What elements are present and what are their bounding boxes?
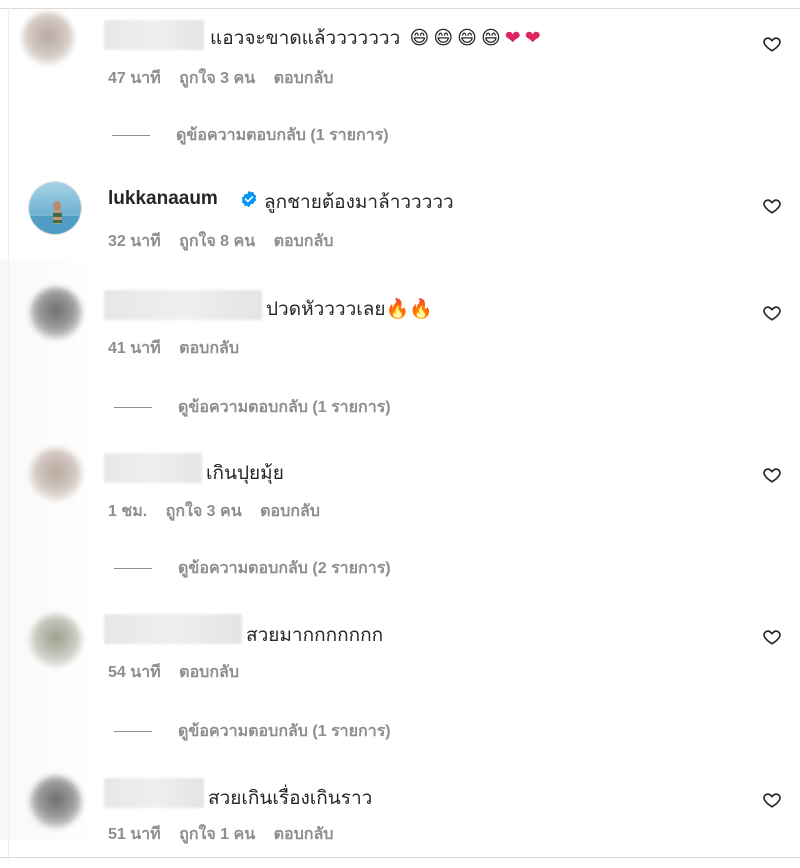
avatar[interactable]: [28, 181, 82, 235]
comment-text: ปวดหัววววเลย🔥🔥: [266, 294, 433, 324]
view-replies-label: ดูข้อความตอบกลับ (1 รายการ): [178, 399, 391, 416]
heart-outline-icon[interactable]: [763, 791, 781, 809]
comment-time[interactable]: 32 นาที: [108, 233, 161, 250]
view-replies-button[interactable]: ดูข้อความตอบกลับ (1 รายการ): [112, 123, 389, 148]
comment-text: สวยมากกกกกกก: [246, 625, 384, 646]
comment-time[interactable]: 54 นาที: [108, 664, 161, 681]
avatar[interactable]: [30, 614, 82, 666]
comment-likes[interactable]: ถูกใจ 8 คน: [179, 233, 255, 250]
heart-outline-icon[interactable]: [763, 466, 781, 484]
view-replies-button[interactable]: ดูข้อความตอบกลับ (2 รายการ): [114, 556, 391, 581]
avatar[interactable]: [22, 12, 74, 64]
divider-dash: [114, 568, 152, 569]
bottom-divider: [0, 857, 800, 858]
grin-emoji: 😄: [457, 28, 477, 50]
heart-outline-icon[interactable]: [763, 197, 781, 215]
reply-button[interactable]: ตอบกลับ: [260, 503, 320, 520]
username-blurred[interactable]: [104, 290, 262, 320]
username-blurred[interactable]: [104, 614, 242, 644]
top-divider: [0, 8, 800, 9]
comment-text: ลูกชายต้องมาล้าววววว: [264, 192, 454, 213]
reply-button[interactable]: ตอบกลับ: [179, 340, 239, 357]
red-heart-emoji: ❤: [504, 28, 521, 50]
fire-emoji: 🔥: [409, 299, 433, 320]
comment-text: เกินปุยมุ้ย: [206, 463, 284, 484]
comment-meta: 54 นาที ตอบกลับ: [108, 660, 253, 685]
heart-outline-icon[interactable]: [763, 35, 781, 53]
username-blurred[interactable]: [104, 453, 202, 483]
emoji-group: 😄 😄 😄 😄 ❤ ❤: [410, 27, 541, 50]
comment-meta: 1 ชม. ถูกใจ 3 คน ตอบกลับ: [108, 499, 334, 524]
avatar-photo: [29, 182, 81, 234]
comment-time[interactable]: 1 ชม.: [108, 503, 147, 520]
comment-text-body: ปวดหัววววเลย: [266, 299, 386, 320]
comment-text: สวยเกินเรื่องเกินราว: [208, 788, 373, 809]
reply-button[interactable]: ตอบกลับ: [274, 70, 334, 87]
divider-dash: [114, 407, 152, 408]
comment-likes[interactable]: ถูกใจ 3 คน: [166, 503, 242, 520]
avatar[interactable]: [30, 776, 82, 828]
username-blurred[interactable]: [104, 778, 204, 808]
comment-meta: 47 นาที ถูกใจ 3 คน ตอบกลับ: [108, 66, 347, 91]
username[interactable]: lukkanaaum: [108, 188, 218, 210]
view-replies-button[interactable]: ดูข้อความตอบกลับ (1 รายการ): [114, 719, 391, 744]
comment-text-body: แอวจะขาดแล้ววววววว: [210, 28, 401, 49]
view-replies-label: ดูข้อความตอบกลับ (1 รายการ): [178, 723, 391, 740]
comment-meta: 41 นาที ตอบกลับ: [108, 336, 253, 361]
comment-likes[interactable]: ถูกใจ 1 คน: [179, 826, 255, 843]
heart-outline-icon[interactable]: [763, 628, 781, 646]
fire-emoji: 🔥: [385, 299, 410, 320]
username-blurred[interactable]: [104, 20, 204, 50]
divider-dash: [112, 135, 150, 136]
divider-dash: [114, 731, 152, 732]
view-replies-button[interactable]: ดูข้อความตอบกลับ (1 รายการ): [114, 395, 391, 420]
reply-button[interactable]: ตอบกลับ: [274, 233, 334, 250]
reply-button[interactable]: ตอบกลับ: [179, 664, 239, 681]
comment-likes[interactable]: ถูกใจ 3 คน: [179, 70, 255, 87]
grin-emoji: 😄: [409, 28, 430, 50]
comment-time[interactable]: 47 นาที: [108, 70, 161, 87]
reply-button[interactable]: ตอบกลับ: [274, 826, 334, 843]
verified-badge-icon: [241, 190, 257, 208]
grin-emoji: 😄: [433, 28, 454, 50]
view-replies-label: ดูข้อความตอบกลับ (1 รายการ): [176, 127, 389, 144]
heart-outline-icon[interactable]: [763, 304, 781, 322]
comment-meta: 32 นาที ถูกใจ 8 คน ตอบกลับ: [108, 229, 347, 254]
grin-emoji: 😄: [480, 28, 501, 50]
avatar[interactable]: [30, 287, 82, 339]
avatar[interactable]: [30, 448, 82, 500]
left-shadow: [0, 260, 96, 840]
comment-time[interactable]: 51 นาที: [108, 826, 161, 843]
view-replies-label: ดูข้อความตอบกลับ (2 รายการ): [178, 560, 391, 577]
comment-meta: 51 นาที ถูกใจ 1 คน ตอบกลับ: [108, 822, 347, 847]
red-heart-emoji: ❤: [524, 28, 541, 50]
comment-text: แอวจะขาดแล้ววววววว 😄 😄 😄 😄 ❤ ❤: [210, 23, 541, 53]
comment-time[interactable]: 41 นาที: [108, 340, 161, 357]
